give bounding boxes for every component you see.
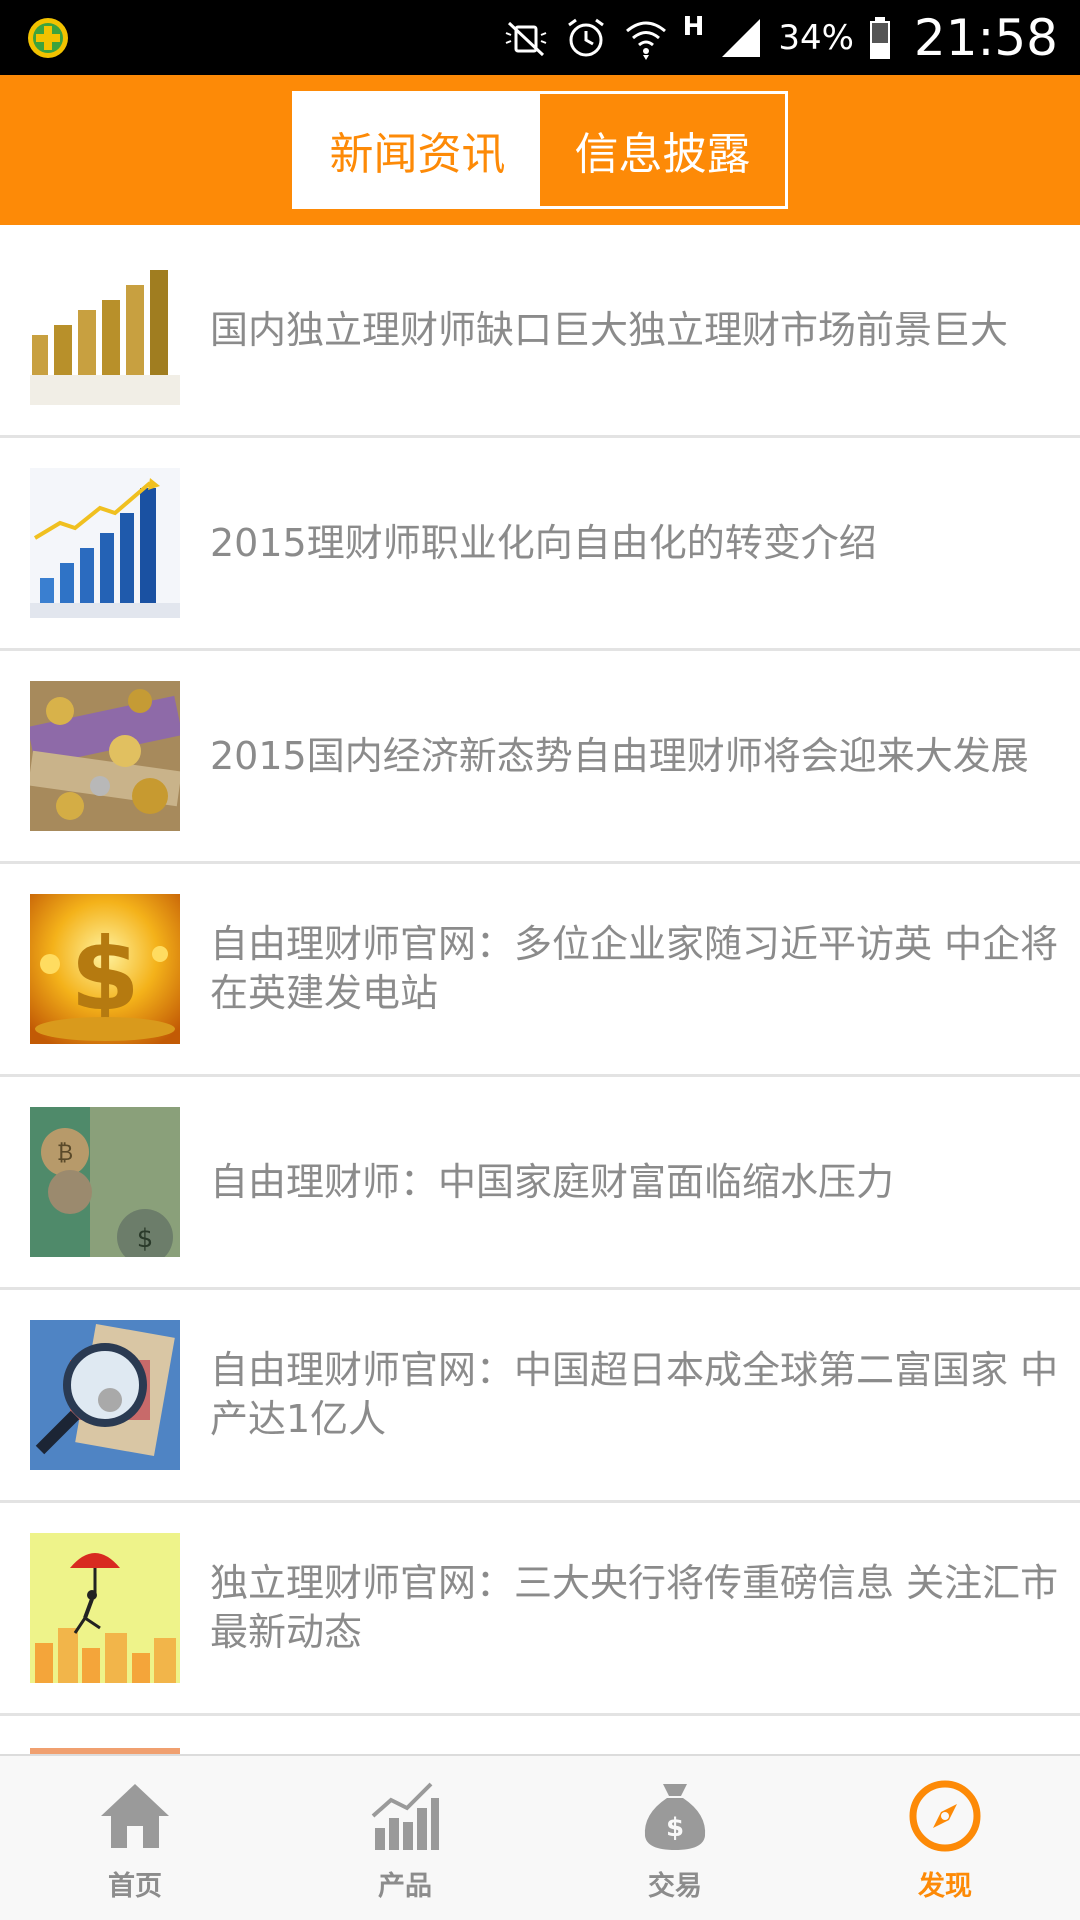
banknotes-coins-image (30, 681, 180, 831)
nav-home-label: 首页 (108, 1871, 162, 1902)
tab-news[interactable]: 新闻资讯 (295, 94, 540, 206)
news-list: 国内独立理财师缺口巨大独立理财市场前景巨大 2015理财师职业化向自由化的转变介… (0, 225, 1080, 1716)
news-item[interactable]: 独立理财师官网：三大央行将传重磅信息 关注汇市最新动态 (0, 1503, 1080, 1716)
news-thumbnail: ₿ $ (30, 1107, 180, 1257)
nav-discover-label: 发现 (918, 1871, 972, 1902)
svg-text:$: $ (666, 1813, 684, 1843)
chart-icon (371, 1782, 439, 1850)
news-item[interactable]: 2015理财师职业化向自由化的转变介绍 (0, 438, 1080, 651)
nav-trade-label: 交易 (648, 1871, 702, 1902)
battery-percent: 34% (778, 17, 854, 58)
news-item[interactable]: 2015国内经济新态势自由理财师将会迎来大发展 (0, 651, 1080, 864)
nav-products[interactable]: 产品 (270, 1756, 540, 1920)
clock-time: 21:58 (913, 8, 1058, 67)
news-thumbnail (30, 1533, 180, 1683)
nav-discover[interactable]: 发现 (810, 1756, 1080, 1920)
news-thumbnail: $ (30, 894, 180, 1044)
segmented-tabs: 新闻资讯 信息披露 (292, 91, 788, 209)
coin-stacks-image (30, 255, 180, 405)
news-thumbnail (30, 468, 180, 618)
money-bag-icon: $ (644, 1784, 706, 1850)
header-bar: 新闻资讯 信息披露 (0, 75, 1080, 225)
app-shield-icon (28, 18, 68, 58)
gold-dollar-image: $ (30, 894, 180, 1044)
news-title: 自由理财师官网：中国超日本成全球第二富国家 中产达1亿人 (210, 1348, 1059, 1441)
network-type: H (682, 11, 705, 42)
news-title: 独立理财师官网：三大央行将传重磅信息 关注汇市最新动态 (210, 1561, 1059, 1654)
svg-text:₿: ₿ (57, 1141, 73, 1166)
news-title: 自由理财师官网：多位企业家随习近平访英 中企将在英建发电站 (210, 922, 1059, 1015)
news-thumbnail (30, 255, 180, 405)
bottom-nav: 首页 产品 $ 交易 发现 (0, 1754, 1080, 1920)
nav-products-label: 产品 (378, 1871, 432, 1902)
home-icon (101, 1784, 169, 1848)
news-item[interactable]: ₿ $ 自由理财师：中国家庭财富面临缩水压力 (0, 1077, 1080, 1290)
svg-text:$: $ (137, 1224, 154, 1254)
news-title: 2015国内经济新态势自由理财师将会迎来大发展 (210, 733, 1029, 778)
bitcoin-coins-image: ₿ $ (30, 1107, 180, 1257)
news-item[interactable]: $ 自由理财师官网：多位企业家随习近平访英 中企将在英建发电站 (0, 864, 1080, 1077)
news-title: 2015理财师职业化向自由化的转变介绍 (210, 520, 877, 565)
news-title: 国内独立理财师缺口巨大独立理财市场前景巨大 (210, 307, 1009, 352)
news-item[interactable]: 自由理财师官网：中国超日本成全球第二富国家 中产达1亿人 (0, 1290, 1080, 1503)
news-thumbnail (30, 1320, 180, 1470)
magnifier-money-image (30, 1320, 180, 1470)
status-bar: H 34% 21:58 (0, 0, 1080, 75)
battery-icon (869, 16, 890, 59)
tab-disclosure[interactable]: 信息披露 (540, 94, 785, 206)
news-item[interactable]: 国内独立理财师缺口巨大独立理财市场前景巨大 (0, 225, 1080, 438)
mute-icon (505, 21, 546, 56)
signal-icon (722, 18, 761, 57)
compass-icon (909, 1780, 981, 1852)
news-thumbnail (30, 681, 180, 831)
nav-home[interactable]: 首页 (0, 1756, 270, 1920)
news-title: 自由理财师：中国家庭财富面临缩水压力 (210, 1159, 895, 1204)
svg-text:$: $ (70, 916, 140, 1033)
nav-trade[interactable]: $ 交易 (540, 1756, 810, 1920)
umbrella-man-image (30, 1533, 180, 1683)
bar-growth-image (30, 468, 180, 618)
alarm-icon (567, 18, 604, 56)
wifi-icon (625, 21, 666, 60)
